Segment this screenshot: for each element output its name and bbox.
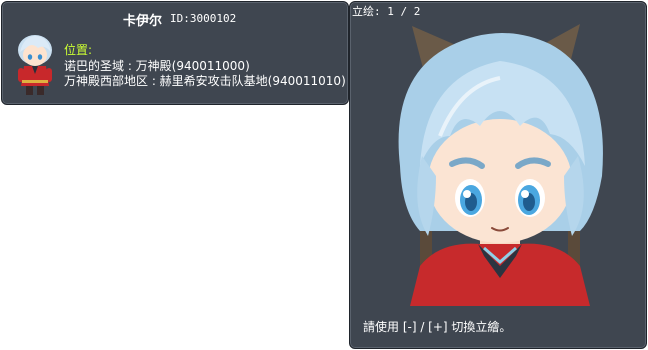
map-location-line: 万神殿西部地区 : 赫里希安攻击队基地(940011010)	[64, 74, 346, 88]
portrait-switch-hint: 請使用 [-] / [+] 切換立繪。	[363, 320, 512, 334]
npc-info-panel: 卡伊尔 ID:3000102 位置: 诺巴的圣域 : 万神殿(940011000…	[1, 1, 349, 105]
npc-mini-avatar-icon	[18, 35, 52, 95]
npc-id: ID:3000102	[170, 12, 237, 25]
npc-portrait-panel: 立绘: 1 / 2 請使用 [-] / [+] 切換立繪。	[349, 1, 647, 349]
location-label: 位置:	[64, 43, 93, 57]
npc-name: 卡伊尔	[123, 14, 163, 29]
npc-portrait	[398, 24, 603, 306]
